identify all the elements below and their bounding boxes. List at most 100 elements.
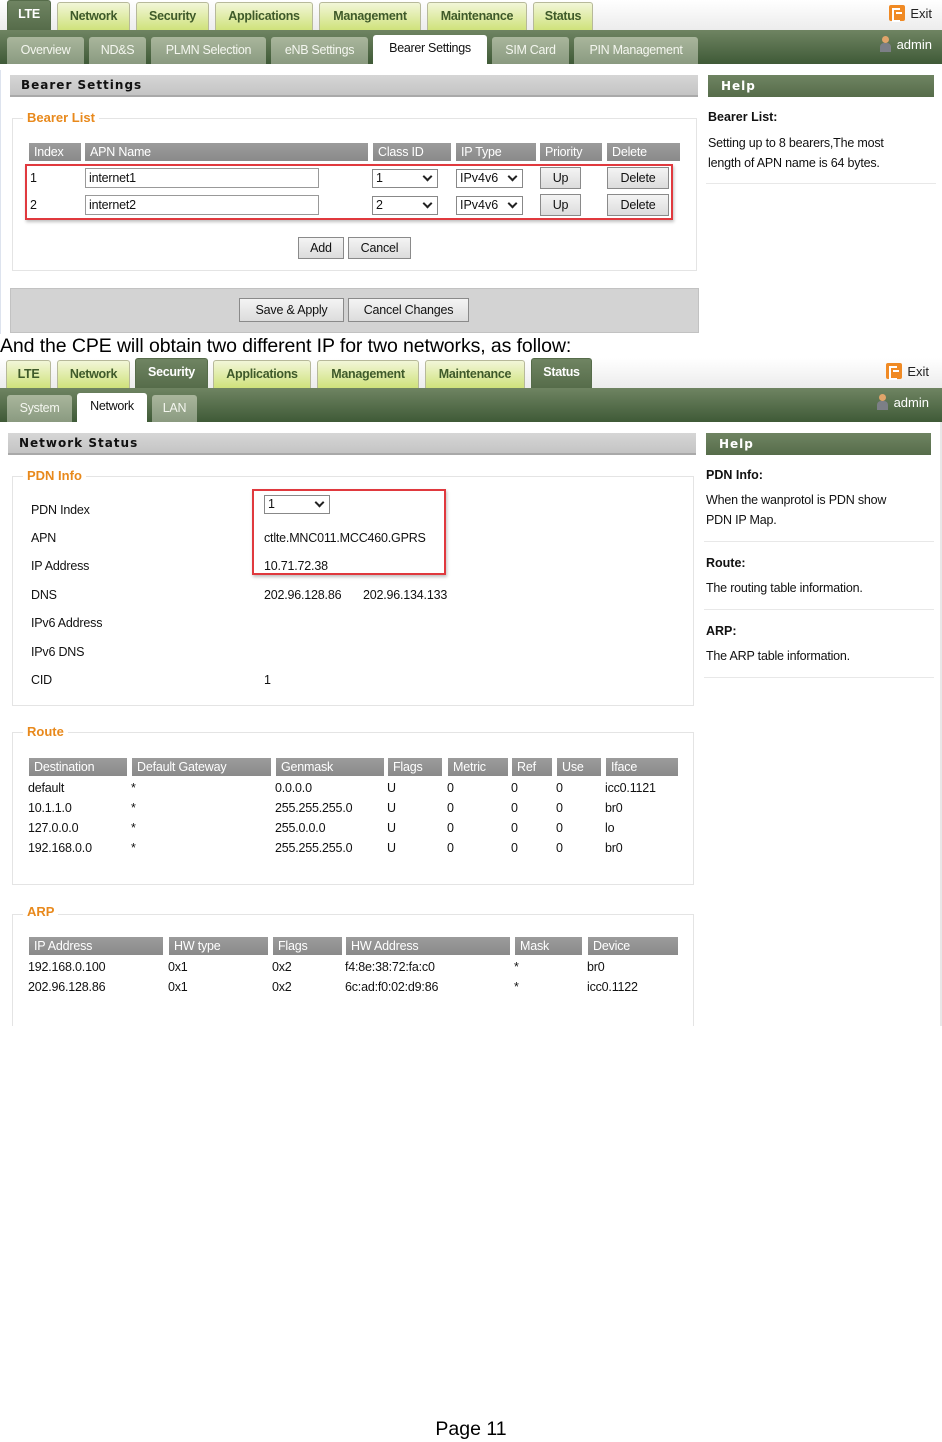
exit-label: Exit bbox=[907, 363, 929, 379]
table-cell: lo bbox=[605, 821, 615, 835]
user-name: admin bbox=[893, 394, 929, 410]
ip-type-select[interactable]: IPv4v6 bbox=[456, 169, 523, 188]
tab-status[interactable]: Status bbox=[531, 358, 592, 388]
column-header: Device bbox=[588, 937, 678, 955]
apn-name-input[interactable]: internet1 bbox=[85, 168, 319, 188]
tab-management[interactable]: Management bbox=[319, 2, 421, 30]
table-cell: 192.168.0.0 bbox=[28, 841, 92, 855]
table-cell: 202.96.128.86 bbox=[28, 980, 106, 994]
column-header: Iface bbox=[606, 758, 678, 776]
caption-text: And the CPE will obtain two different IP… bbox=[0, 335, 572, 357]
class-id-select[interactable]: 1 bbox=[372, 169, 438, 188]
tab-maintenance[interactable]: Maintenance bbox=[427, 2, 527, 30]
sub-nav-bar: Overview ND&S PLMN Selection eNB Setting… bbox=[0, 30, 942, 64]
tab-security[interactable]: Security bbox=[136, 2, 209, 30]
col-ip-type: IP Type bbox=[456, 143, 536, 161]
tab-network[interactable]: Network bbox=[57, 2, 130, 30]
cancel-button[interactable]: Cancel bbox=[348, 237, 411, 259]
tab-lte[interactable]: LTE bbox=[6, 360, 51, 388]
sub-nav-bar: System Network LAN admin bbox=[0, 388, 942, 422]
table-cell: icc0.1122 bbox=[587, 980, 638, 994]
help-text-line: length of APN name is 64 bytes. bbox=[708, 156, 880, 170]
table-cell: * bbox=[131, 781, 136, 795]
priority-up-button[interactable]: Up bbox=[540, 194, 581, 216]
table-cell: 0 bbox=[447, 841, 454, 855]
subtab-nds[interactable]: ND&S bbox=[89, 37, 146, 64]
dns-secondary-value: 202.96.134.133 bbox=[363, 588, 448, 602]
cid-value: 1 bbox=[264, 673, 271, 687]
subtab-network[interactable]: Network bbox=[77, 393, 147, 422]
help-header: Help bbox=[708, 75, 934, 97]
exit-button[interactable]: Exit bbox=[886, 361, 929, 381]
ip-type-value: IPv4v6 bbox=[460, 171, 499, 185]
subtab-plmn-selection[interactable]: PLMN Selection bbox=[151, 37, 266, 64]
delete-button[interactable]: Delete bbox=[607, 167, 669, 189]
help-heading: Bearer List: bbox=[708, 110, 778, 124]
ip-type-value: IPv4v6 bbox=[460, 198, 499, 212]
help-text-line: The ARP table information. bbox=[706, 649, 850, 663]
table-cell: * bbox=[131, 821, 136, 835]
subtab-pin-management[interactable]: PIN Management bbox=[574, 37, 698, 64]
ip-type-select[interactable]: IPv4v6 bbox=[456, 196, 523, 215]
tab-status[interactable]: Status bbox=[533, 2, 593, 30]
column-header: Metric bbox=[448, 758, 508, 776]
apn-name-input[interactable]: internet2 bbox=[85, 195, 319, 215]
save-apply-button[interactable]: Save & Apply bbox=[239, 298, 344, 322]
priority-up-button[interactable]: Up bbox=[540, 167, 581, 189]
dns-label: DNS bbox=[31, 588, 57, 602]
subtab-lan[interactable]: LAN bbox=[152, 395, 197, 422]
table-cell: 0 bbox=[511, 781, 518, 795]
network-status-screenshot: LTE Network Security Applications Manage… bbox=[0, 358, 942, 1026]
page-edge bbox=[0, 70, 1, 334]
ip-address-label: IP Address bbox=[31, 559, 90, 573]
help-text-line: PDN IP Map. bbox=[706, 513, 777, 527]
add-button[interactable]: Add bbox=[298, 237, 344, 259]
subtab-system[interactable]: System bbox=[7, 395, 72, 422]
column-header: Flags bbox=[273, 937, 342, 955]
section-title: Network Status bbox=[8, 433, 696, 455]
table-cell: 6c:ad:f0:02:d9:86 bbox=[345, 980, 439, 994]
exit-icon bbox=[889, 5, 906, 22]
cancel-changes-button[interactable]: Cancel Changes bbox=[348, 298, 469, 322]
tab-management[interactable]: Management bbox=[317, 360, 419, 388]
pdn-info-legend: PDN Info bbox=[23, 468, 86, 483]
column-header: Ref bbox=[512, 758, 552, 776]
help-divider bbox=[704, 541, 934, 542]
table-cell: U bbox=[387, 781, 396, 795]
column-header: HW Address bbox=[346, 937, 510, 955]
help-header: Help bbox=[706, 433, 931, 455]
tab-applications[interactable]: Applications bbox=[215, 2, 313, 30]
column-header: Default Gateway bbox=[132, 758, 271, 776]
table-cell: 0x1 bbox=[168, 980, 188, 994]
subtab-enb-settings[interactable]: eNB Settings bbox=[271, 37, 368, 64]
table-cell: 255.255.255.0 bbox=[275, 841, 353, 855]
class-id-select[interactable]: 2 bbox=[372, 196, 438, 215]
column-header: Mask bbox=[515, 937, 582, 955]
delete-button[interactable]: Delete bbox=[607, 194, 669, 216]
table-cell: 10.1.1.0 bbox=[28, 801, 72, 815]
subtab-sim-card[interactable]: SIM Card bbox=[492, 37, 569, 64]
exit-button[interactable]: Exit bbox=[889, 3, 932, 23]
bearer-index: 2 bbox=[30, 198, 37, 212]
tab-maintenance[interactable]: Maintenance bbox=[425, 360, 525, 388]
chevron-down-icon bbox=[507, 171, 518, 182]
tab-applications[interactable]: Applications bbox=[213, 360, 311, 388]
col-class-id: Class ID bbox=[373, 143, 451, 161]
user-icon bbox=[879, 36, 891, 52]
help-divider bbox=[704, 677, 934, 678]
tab-network[interactable]: Network bbox=[57, 360, 130, 388]
tab-security[interactable]: Security bbox=[135, 358, 208, 388]
help-text-line: Setting up to 8 bearers,The most bbox=[708, 136, 884, 150]
apn-label: APN bbox=[31, 531, 57, 545]
column-header: HW type bbox=[169, 937, 268, 955]
column-header: Destination bbox=[29, 758, 127, 776]
subtab-bearer-settings[interactable]: Bearer Settings bbox=[373, 35, 487, 64]
table-cell: U bbox=[387, 841, 396, 855]
help-heading: PDN Info: bbox=[706, 468, 763, 482]
tab-lte[interactable]: LTE bbox=[7, 0, 51, 30]
subtab-overview[interactable]: Overview bbox=[7, 37, 84, 64]
user-menu[interactable]: admin bbox=[876, 394, 929, 410]
col-priority: Priority bbox=[540, 143, 602, 161]
user-menu[interactable]: admin bbox=[879, 36, 932, 52]
ipv6-dns-label: IPv6 DNS bbox=[31, 645, 85, 659]
